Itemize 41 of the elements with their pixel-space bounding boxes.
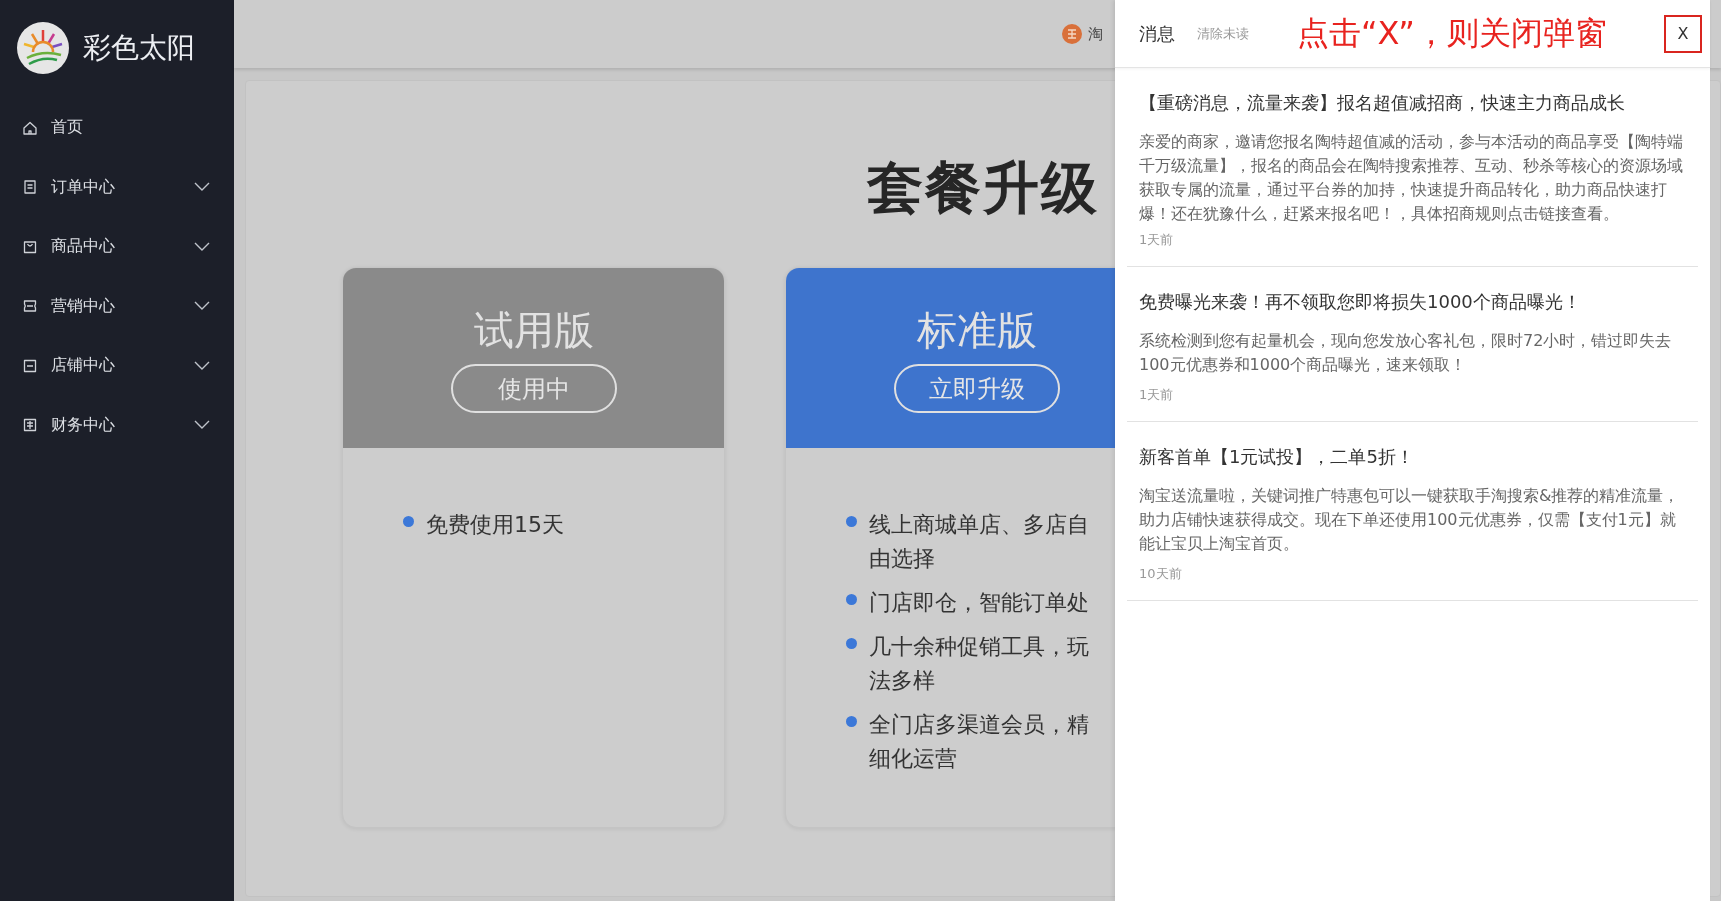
menu-item[interactable]: 订单中心 (0, 157, 234, 217)
bullet-icon (403, 516, 414, 527)
menu-item[interactable]: 首页 (0, 98, 234, 158)
bullet-icon (846, 516, 857, 527)
message-title[interactable]: 新客首单【1元试投】，二单5折！ (1139, 444, 1686, 470)
shop-name[interactable]: 淘 (1088, 24, 1103, 44)
ledger-icon (22, 417, 38, 434)
message-title[interactable]: 免费曝光来袭！再不领取您即将损失1000个商品曝光！ (1139, 289, 1686, 315)
feature-text: 几十余种促销工具，玩法多样 (869, 633, 1090, 695)
home-icon (22, 119, 38, 136)
plan-name: 标准版 (916, 306, 1037, 355)
message-time: 1天前 (1139, 386, 1175, 404)
close-button[interactable]: X (1664, 14, 1702, 53)
message-body: 亲爱的商家，邀请您报名陶特超值减的活动，参与本活动的商品享受【陶特端千万级流量】，报名的商品会在陶特搜索推荐、互动、秒杀等核心的资源场域获取专属的流量，通过平台券的加持，快速提升商品转化，助力商品快速打爆！还在犹豫什么，赶紧来报名吧！，具体招商规则点击链接查看。 (1139, 131, 1684, 225)
message-time: 1天前 (1139, 231, 1175, 249)
plan-button[interactable]: 立即升级 (893, 364, 1060, 413)
menu-item[interactable]: 营销中心 (0, 276, 234, 336)
bullet-icon (846, 638, 857, 649)
feature-text: 门店即仓，智能订单处 (869, 589, 1090, 617)
ticket-icon (22, 298, 38, 315)
message-time: 10天前 (1139, 565, 1183, 583)
menu-item[interactable]: 商品中心 (0, 217, 234, 277)
menu-item[interactable]: 财务中心 (0, 395, 234, 455)
shop-logo-icon (1062, 24, 1082, 44)
feature-text: 免费使用15天 (426, 511, 565, 539)
drawer-title: 消息 (1139, 21, 1175, 46)
bag-icon (22, 238, 38, 255)
menu-item[interactable]: 店铺中心 (0, 336, 234, 396)
brand-name: 彩色太阳 (83, 30, 195, 66)
bullet-icon (846, 716, 857, 727)
feature-text: 全门店多渠道会员，精细化运营 (869, 711, 1090, 773)
message-body: 系统检测到您有起量机会，现向您发放心客礼包，限时72小时，错过即失去100元优惠券和1000个商品曝光，速来领取！ (1139, 330, 1673, 376)
page-title: 套餐升级 (867, 154, 1099, 222)
message-title[interactable]: 【重磅消息，流量来袭】报名超值减招商，快速主力商品成长 (1139, 90, 1686, 116)
sun-logo-icon (17, 22, 69, 74)
annotation-text: 点击“X”，则关闭弹窗 (1297, 12, 1608, 54)
bullet-icon (846, 594, 857, 605)
plan-name: 试用版 (473, 306, 594, 355)
message-body: 淘宝送流量啦，关键词推广特惠包可以一键获取手淘搜索&推荐的精准流量，助力店铺快速获得成交。现在下单还使用100元优惠券，仅需【支付1元】就能让宝贝上淘宝首页。 (1139, 485, 1681, 555)
feature-text: 线上商城单店、多店自由选择 (869, 511, 1090, 573)
document-icon (22, 179, 38, 196)
